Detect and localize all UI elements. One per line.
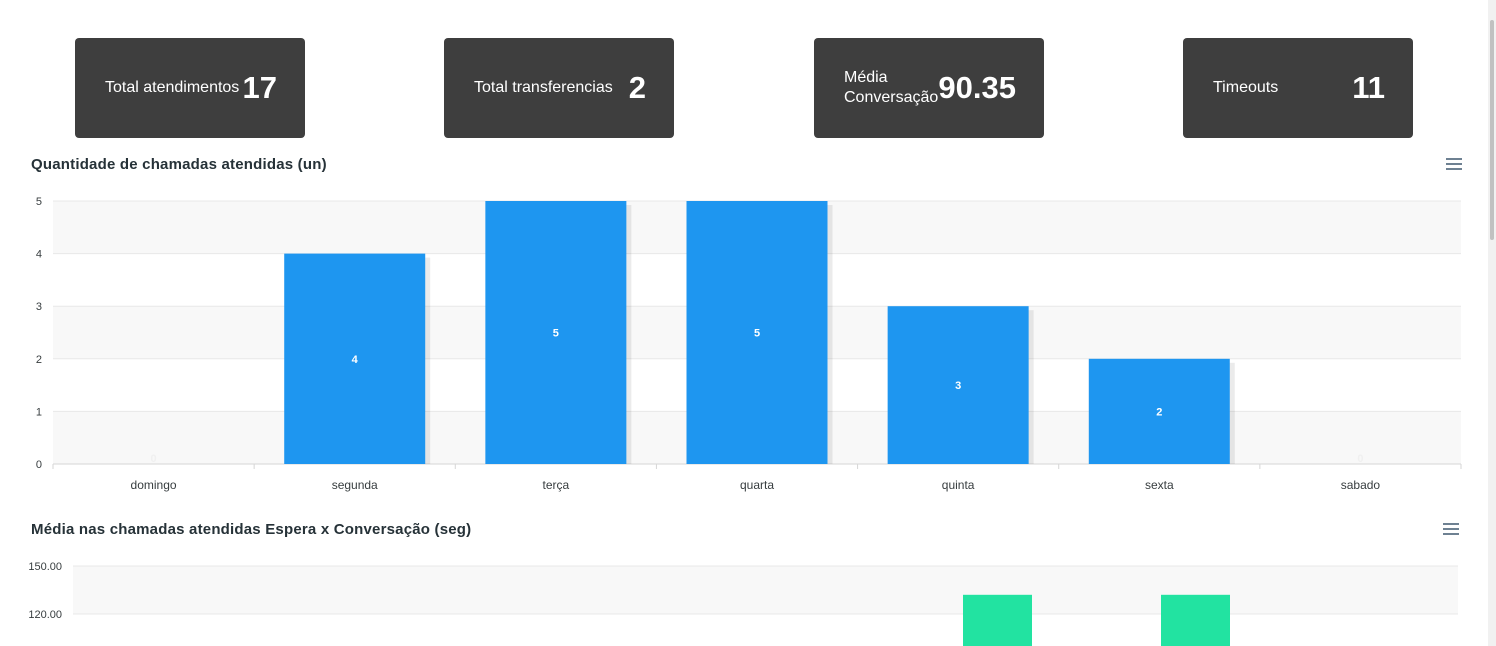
x-tick-label: segunda: [332, 478, 378, 492]
bar: [1161, 594, 1230, 646]
grid-band: [73, 566, 1458, 614]
bar-data-label: 4: [352, 354, 359, 366]
bar-data-label: 0: [1357, 453, 1363, 465]
chart2-svg: 150.00 120.00: [28, 561, 1458, 646]
card-label: Total transferencias: [474, 79, 613, 96]
bar-data-label: 5: [754, 328, 760, 340]
bar-data-label: 3: [955, 380, 961, 392]
bar-data-label: 0: [151, 453, 157, 465]
y-tick-label: 150.00: [28, 561, 62, 573]
page-scrollbar[interactable]: [1488, 0, 1496, 646]
y-tick-label: 2: [36, 354, 42, 366]
card-value: 90.35: [938, 70, 1016, 105]
card-label: Timeouts: [1213, 79, 1279, 96]
chart2-menu-icon[interactable]: [1443, 523, 1459, 535]
bar-data-label: 2: [1156, 406, 1162, 418]
y-tick-label: 4: [36, 249, 42, 261]
scrollbar-thumb[interactable]: [1490, 20, 1494, 240]
chart1-title: Quantidade de chamadas atendidas (un): [31, 156, 327, 173]
card-label: Total atendimentos: [105, 79, 240, 96]
x-tick-label: sabado: [1341, 478, 1381, 492]
chart1-menu-icon[interactable]: [1446, 158, 1462, 170]
card-total-transferencias: Total transferencias 2: [444, 38, 674, 138]
card-media-conversacao: Média Conversação 90.35: [814, 38, 1044, 138]
bar: [963, 594, 1032, 646]
y-tick-label: 0: [36, 459, 42, 471]
card-total-atendimentos: Total atendimentos 17: [75, 38, 305, 138]
x-tick-label: quarta: [740, 478, 774, 492]
y-tick-label: 5: [36, 196, 42, 208]
card-value: 11: [1352, 70, 1385, 105]
card-timeouts: Timeouts 11: [1183, 38, 1413, 138]
card-value: 2: [628, 70, 646, 105]
y-tick-label: 1: [36, 406, 42, 418]
y-tick-label: 3: [36, 301, 42, 313]
x-tick-label: quinta: [942, 478, 975, 492]
bar-data-label: 5: [553, 328, 559, 340]
x-tick-label: domingo: [131, 478, 177, 492]
chart1-svg: 0 1 2 3 4 5 0 domingo 4 segunda 5 terça 5 quarta 3 quin…: [36, 196, 1462, 492]
grid-band: [73, 614, 1458, 646]
y-tick-label: 120.00: [28, 609, 62, 621]
chart2-title: Média nas chamadas atendidas Espera x Co…: [31, 521, 472, 538]
x-tick-label: terça: [543, 478, 570, 492]
card-value: 17: [242, 70, 277, 105]
x-tick-label: sexta: [1145, 478, 1174, 492]
